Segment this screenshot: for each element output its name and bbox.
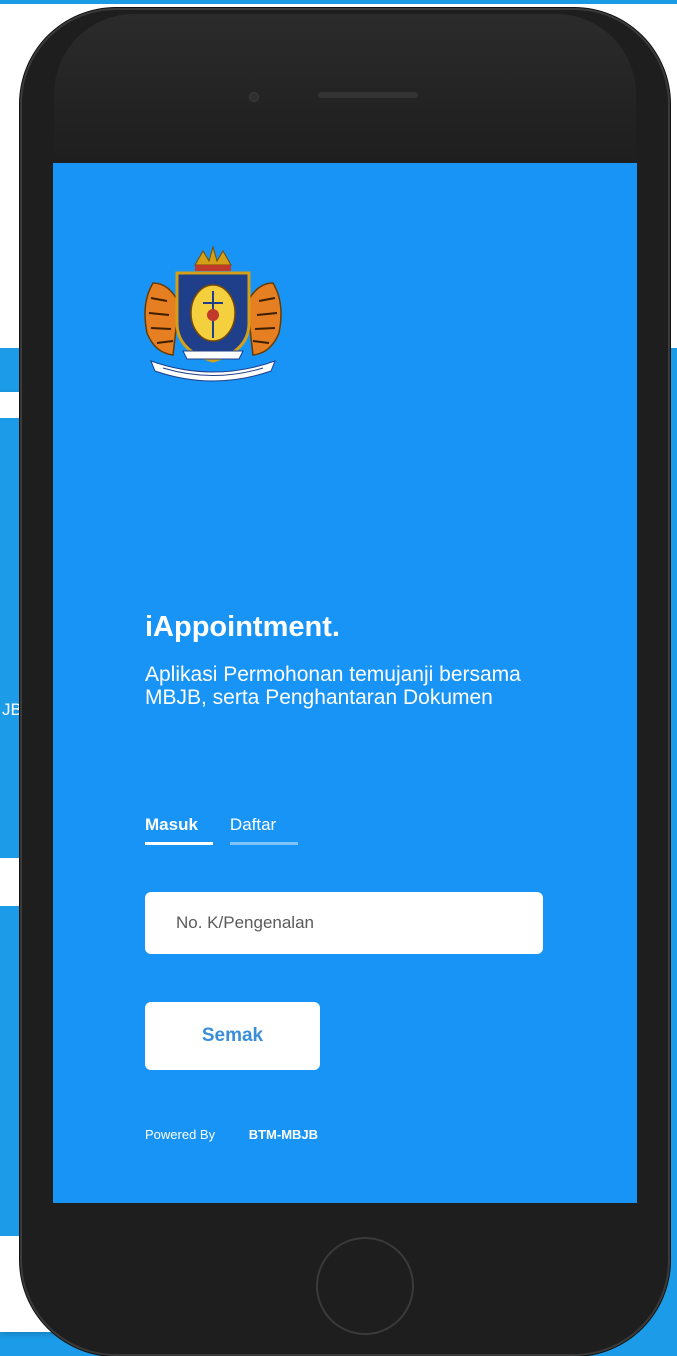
brand-label: BTM-MBJB xyxy=(248,1127,319,1142)
tab-daftar-underline xyxy=(229,842,298,845)
phone-screen: iAppointment. Aplikasi Permohonan temuja… xyxy=(53,163,637,1203)
home-button[interactable] xyxy=(316,1237,414,1335)
background-text-fragment: JB xyxy=(2,700,22,719)
page-top-border xyxy=(0,0,677,4)
semak-button[interactable]: Semak xyxy=(145,1002,320,1070)
ic-number-input[interactable] xyxy=(145,892,543,954)
tab-masuk-underline xyxy=(145,842,213,845)
tab-masuk[interactable]: Masuk xyxy=(145,815,213,845)
speaker-grille xyxy=(318,92,418,98)
camera-icon xyxy=(249,92,259,102)
tab-daftar[interactable]: Daftar xyxy=(229,815,298,845)
powered-by-label: Powered By xyxy=(145,1127,216,1142)
tab-masuk-label: Masuk xyxy=(145,815,198,834)
auth-tabs: Masuk Daftar xyxy=(145,815,298,845)
mbjb-crest-icon xyxy=(144,245,282,382)
phone-top-bezel xyxy=(54,14,636,164)
footer: Powered By BTM-MBJB xyxy=(145,1127,318,1142)
app-title: iAppointment. xyxy=(145,611,340,643)
tab-daftar-label: Daftar xyxy=(229,815,277,834)
app-subtitle: Aplikasi Permohonan temujanji bersama MB… xyxy=(145,663,521,709)
